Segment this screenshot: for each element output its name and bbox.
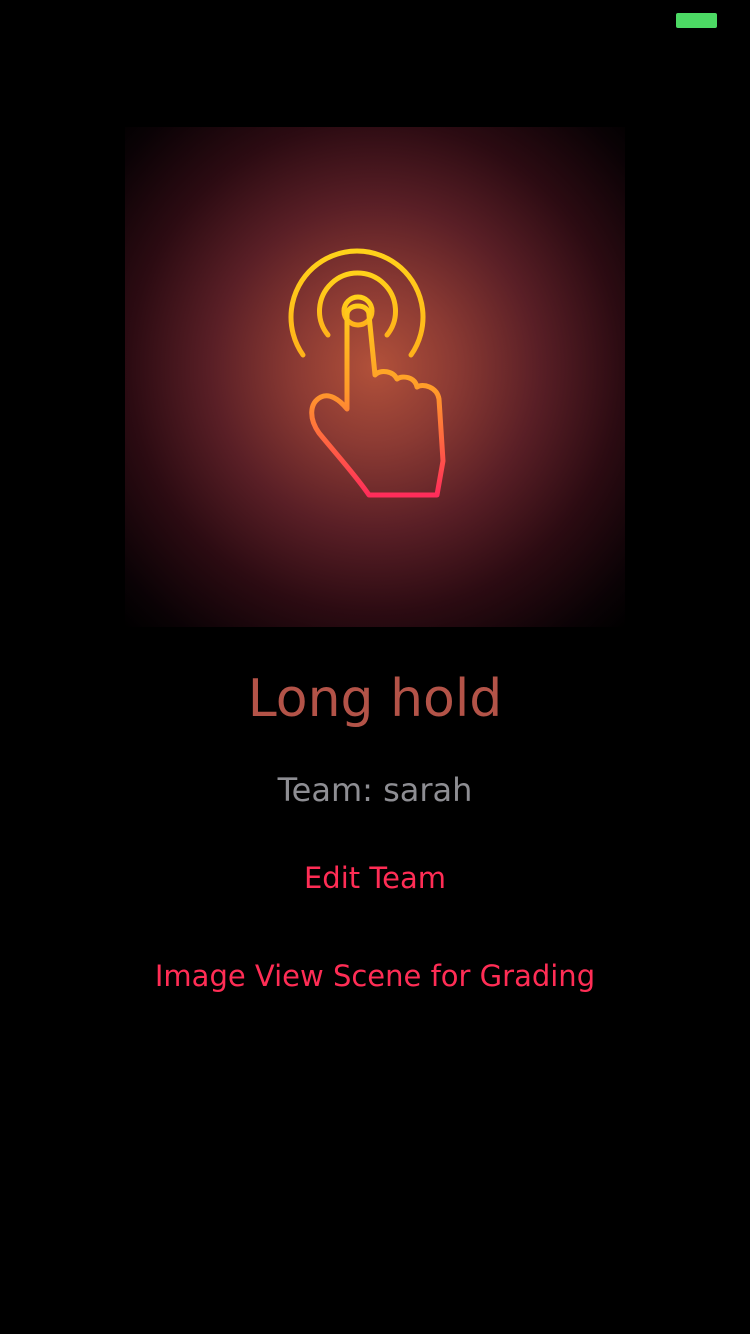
edit-team-button[interactable]: Edit Team — [0, 858, 750, 898]
status-bar — [0, 0, 750, 40]
screen: Long hold Team: sarah Edit Team Image Vi… — [0, 0, 750, 1334]
image-view-grading-button[interactable]: Image View Scene for Grading — [0, 956, 750, 996]
tap-hold-hand-icon — [288, 248, 446, 498]
battery-icon — [676, 13, 717, 28]
gesture-image — [125, 127, 625, 627]
team-label: Team: sarah — [277, 771, 473, 809]
gesture-title: Long hold — [247, 669, 503, 729]
